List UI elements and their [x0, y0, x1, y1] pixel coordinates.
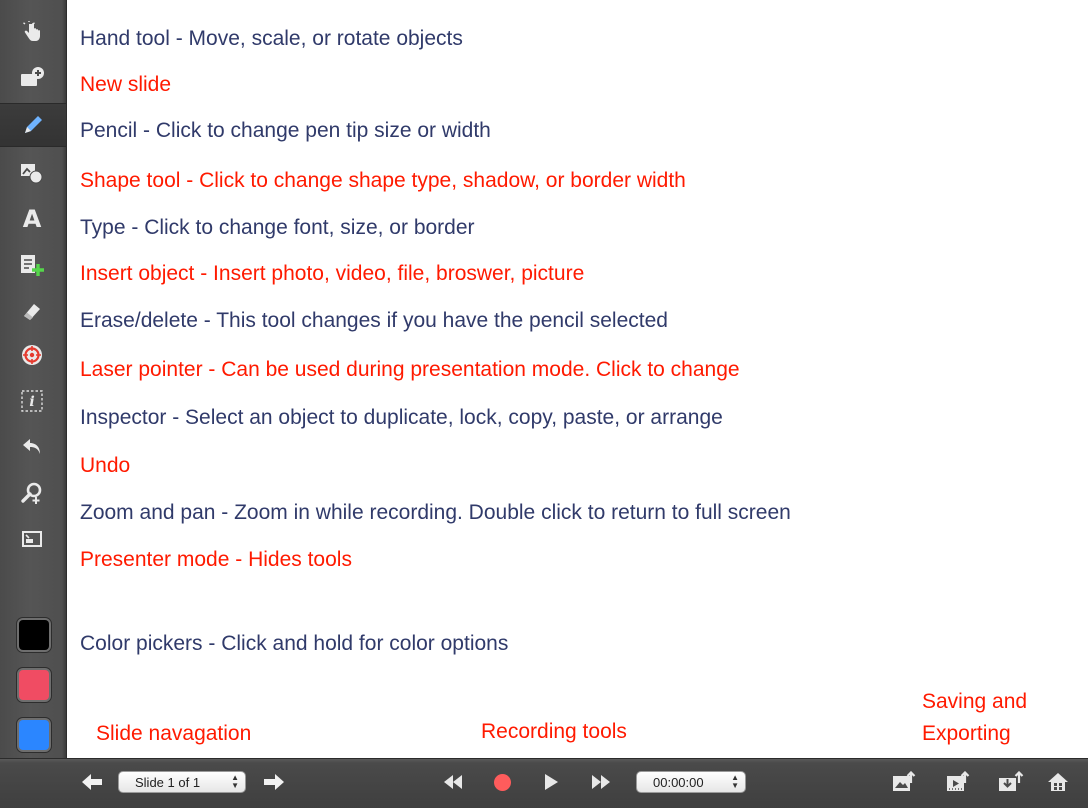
export-image-button[interactable] [890, 769, 918, 795]
undo-icon [23, 439, 40, 454]
color-picker-black[interactable] [19, 620, 49, 650]
export-video-button[interactable] [944, 769, 972, 795]
zoom-pan-button[interactable] [17, 478, 47, 508]
hand-icon [23, 21, 40, 41]
fast-forward-button[interactable] [588, 771, 614, 793]
legend-line: Insert object - Insert photo, video, fil… [80, 262, 585, 285]
stepper-arrows-icon: ▲ ▼ [731, 773, 739, 790]
home-button[interactable] [1044, 769, 1072, 795]
fast-forward-icon [592, 775, 610, 789]
color-picker-blue[interactable] [19, 720, 49, 750]
play-button[interactable] [540, 771, 562, 793]
svg-text:i: i [29, 394, 34, 410]
laser-pointer-button[interactable] [17, 340, 47, 370]
tool-sidebar: A i [0, 0, 67, 758]
legend-line: Presenter mode - Hides tools [80, 548, 352, 571]
presenter-mode-icon [22, 531, 42, 547]
insert-object-button[interactable] [17, 250, 47, 280]
arrow-left-icon [82, 774, 102, 790]
laser-pointer-icon [22, 345, 42, 365]
export-image-icon [893, 771, 916, 791]
legend-line: Inspector - Select an object to duplicat… [80, 406, 723, 429]
export-video-icon [947, 771, 970, 791]
legend-line: Type - Click to change font, size, or bo… [80, 216, 475, 239]
undo-button[interactable] [17, 432, 47, 462]
rewind-button[interactable] [440, 771, 466, 793]
presenter-mode-button[interactable] [17, 524, 47, 554]
arrow-right-icon [264, 774, 284, 790]
pencil-icon [25, 116, 42, 133]
record-button[interactable] [491, 771, 513, 793]
home-icon [1048, 773, 1068, 791]
timer-value: 00:00:00 [653, 774, 704, 790]
pencil-tool-button[interactable] [0, 103, 66, 147]
new-slide-icon [21, 67, 44, 86]
save-button[interactable] [996, 769, 1026, 795]
legend-line: Undo [80, 454, 131, 477]
eraser-icon [24, 304, 40, 320]
slide-selector-value: Slide 1 of 1 [135, 774, 201, 790]
timer-field[interactable]: 00:00:00 ▲ ▼ [636, 771, 746, 793]
inspector-icon: i [21, 390, 43, 412]
shape-tool-button[interactable] [17, 158, 47, 188]
legend-line: Zoom and pan - Zoom in while recording. … [80, 501, 791, 524]
legend-line: Pencil - Click to change pen tip size or… [80, 119, 491, 142]
zoom-icon [21, 482, 42, 504]
legend-line: New slide [80, 73, 172, 96]
next-slide-button[interactable] [262, 769, 286, 795]
legend-line: Erase/delete - This tool changes if you … [80, 309, 668, 332]
inspector-button[interactable]: i [17, 386, 47, 416]
eraser-tool-button[interactable] [17, 296, 47, 326]
stepper-arrows-icon: ▲ ▼ [231, 773, 239, 790]
new-slide-button[interactable] [17, 62, 47, 92]
play-icon [545, 774, 558, 790]
save-import-icon [999, 771, 1024, 791]
insert-object-icon [21, 255, 44, 276]
shape-icon [21, 164, 43, 184]
legend-line: Color pickers - Click and hold for color… [80, 632, 509, 655]
hand-tool-button[interactable] [17, 18, 47, 48]
slide-selector[interactable]: Slide 1 of 1 ▲ ▼ [118, 771, 246, 793]
previous-slide-button[interactable] [80, 769, 104, 795]
legend-line: Shape tool - Click to change shape type,… [80, 169, 686, 192]
recording-tools-caption: Recording tools [481, 720, 627, 743]
saving-caption-line1: Saving and [922, 690, 1028, 713]
legend-line: Hand tool - Move, scale, or rotate objec… [80, 27, 463, 50]
type-icon: A [22, 205, 42, 233]
saving-caption-line2: Exporting [922, 722, 1011, 745]
bottom-toolbar: Slide 1 of 1 ▲ ▼ 00:00:00 ▲ ▼ [0, 758, 1088, 808]
legend-line: Laser pointer - Can be used during prese… [80, 358, 740, 381]
rewind-icon [444, 775, 462, 789]
color-picker-pink[interactable] [19, 670, 49, 700]
slide-navigation-caption: Slide navagation [96, 722, 252, 745]
type-tool-button[interactable]: A [17, 204, 47, 234]
record-icon [493, 773, 511, 791]
